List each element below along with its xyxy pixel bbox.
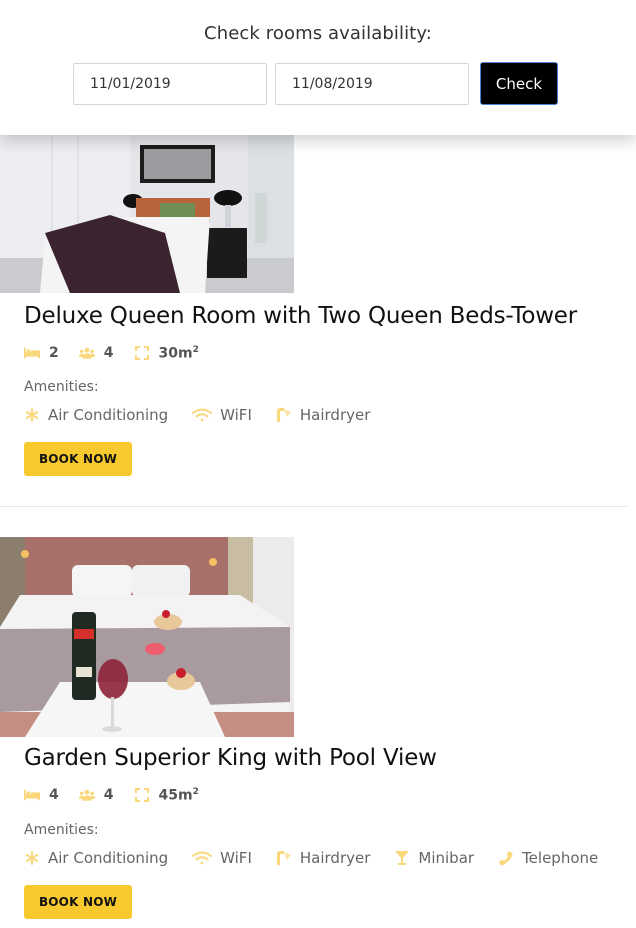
expand-icon (134, 345, 150, 361)
room-size-value: 30m (158, 345, 193, 362)
room-size-unit: 2 (192, 786, 199, 797)
bed-icon (24, 787, 40, 803)
room-photo-bedroom-champagne (0, 537, 294, 737)
amenity-label: Hairdryer (299, 849, 371, 867)
size-spec: 30m2 (134, 345, 199, 362)
amenities-label: Amenities: (24, 822, 99, 838)
expand-icon (134, 787, 150, 803)
availability-header: Check rooms availability: Check (0, 0, 636, 135)
amenity-label: Hairdryer (299, 406, 371, 424)
amenity-hairdryer: Hairdryer (276, 406, 371, 424)
amenities-label: Amenities: (24, 379, 99, 395)
snowflake-icon (24, 407, 40, 423)
wifi-icon (192, 850, 213, 866)
room-title: Garden Superior King with Pool View (24, 745, 437, 771)
room-specs: 4 4 45m2 (24, 785, 219, 805)
book-now-button[interactable]: BOOK NOW (24, 442, 132, 476)
guests-spec: 4 (78, 345, 114, 361)
amenity-label: Air Conditioning (48, 849, 169, 867)
room-size: 45m2 (159, 787, 199, 804)
amenity-hairdryer: Hairdryer (276, 849, 371, 867)
guests-count: 4 (103, 345, 114, 361)
amenity-telephone: Telephone (498, 849, 598, 867)
guests-spec: 4 (78, 787, 114, 803)
book-now-button[interactable]: BOOK NOW (24, 885, 132, 919)
check-availability-button[interactable]: Check (480, 62, 558, 105)
snowflake-icon (24, 850, 40, 866)
hairdryer-icon (276, 850, 292, 866)
check-in-date-input[interactable] (73, 63, 267, 105)
amenity-air-conditioning: Air Conditioning (24, 849, 168, 867)
check-out-date-input[interactable] (275, 63, 469, 105)
amenities-list: Air Conditioning WiFI Hairdryer (24, 404, 394, 426)
beds-spec: 2 (24, 345, 59, 361)
amenity-label: WiFI (220, 406, 252, 424)
wifi-icon (192, 407, 213, 423)
amenity-air-conditioning: Air Conditioning (24, 406, 168, 424)
beds-spec: 4 (24, 787, 59, 803)
cocktail-icon (394, 850, 410, 866)
room-size-value: 45m (158, 787, 193, 804)
availability-title: Check rooms availability: (204, 23, 432, 44)
phone-icon (498, 850, 514, 866)
amenity-label: Telephone (522, 849, 599, 867)
amenity-minibar: Minibar (394, 849, 474, 867)
room-size: 30m2 (159, 345, 199, 362)
room-specs: 2 4 30m2 (24, 343, 219, 363)
hairdryer-icon (276, 407, 292, 423)
room-title: Deluxe Queen Room with Two Queen Beds-To… (24, 303, 578, 329)
amenity-wifi: WiFI (192, 849, 252, 867)
room-divider (0, 506, 627, 507)
bed-icon (24, 345, 40, 361)
room-size-unit: 2 (192, 344, 199, 355)
amenity-label: Minibar (418, 849, 475, 867)
beds-count: 4 (49, 787, 59, 803)
amenity-wifi: WiFI (192, 406, 252, 424)
amenity-label: Air Conditioning (48, 406, 169, 424)
amenities-list: Air Conditioning WiFI Hairdryer Minibar … (24, 847, 622, 869)
beds-count: 2 (49, 345, 59, 361)
amenity-label: WiFI (220, 849, 252, 867)
users-icon (78, 787, 95, 803)
size-spec: 45m2 (134, 787, 199, 804)
users-icon (78, 345, 95, 361)
guests-count: 4 (103, 787, 114, 803)
